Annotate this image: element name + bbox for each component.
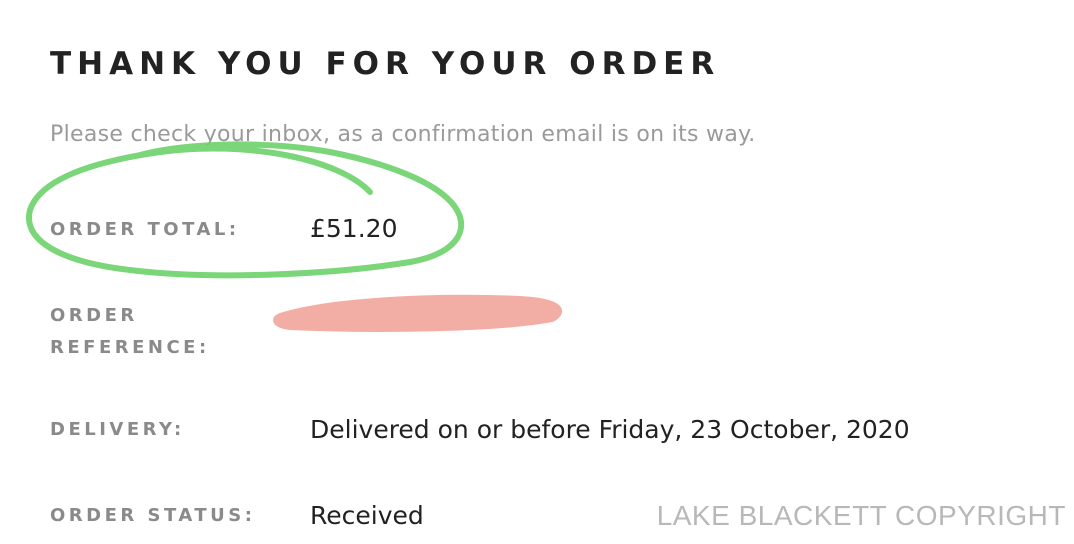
delivery-label: DELIVERY: <box>50 419 185 440</box>
order-total-value: £51.20 <box>310 214 398 243</box>
order-status-label: ORDER STATUS: <box>50 505 256 526</box>
copyright-watermark: LAKE BLACKETT COPYRIGHT <box>656 500 1066 531</box>
order-total-label: ORDER TOTAL: <box>50 219 240 240</box>
confirmation-message: Please check your inbox, as a confirmati… <box>50 122 756 147</box>
delivery-value: Delivered on or before Friday, 23 Octobe… <box>310 415 910 444</box>
order-status-value: Received <box>310 501 424 530</box>
page-heading: THANK YOU FOR YOUR ORDER <box>50 46 721 82</box>
redaction-mark <box>273 294 562 332</box>
highlight-circle-annotation <box>25 141 465 279</box>
order-reference-label: ORDER REFERENCE: <box>50 305 210 358</box>
